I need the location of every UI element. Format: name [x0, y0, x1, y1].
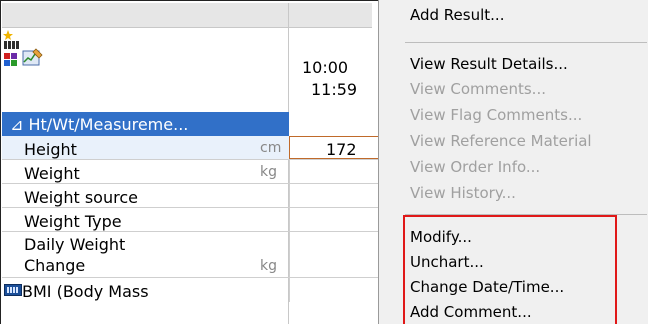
row-weight-type[interactable]: Weight Type: [2, 208, 379, 232]
calculator-icon: [4, 284, 22, 296]
bmi-value-cell[interactable]: [289, 278, 379, 302]
row-label: BMI (Body Mass: [22, 282, 149, 301]
group-label: ⊿ Ht/Wt/Measureme...: [10, 115, 189, 134]
menu-item-change-date-time[interactable]: Change Date/Time...: [410, 278, 564, 296]
row-daily-weight-change[interactable]: Daily Weight Change kg: [2, 232, 379, 278]
menu-item-view-order-info[interactable]: View Order Info...: [410, 158, 540, 176]
menu-item-view-reference-material[interactable]: View Reference Material: [410, 132, 592, 150]
menu-item-modify[interactable]: Modify...: [410, 228, 472, 246]
context-menu: Add Result... View Result Details... Vie…: [378, 0, 648, 324]
row-height[interactable]: Height cm 172: [2, 136, 379, 160]
daily-weight-change-value-cell[interactable]: [289, 232, 379, 277]
menu-item-view-comments[interactable]: View Comments...: [410, 80, 546, 98]
weight-value-cell[interactable]: [289, 160, 379, 183]
menu-separator: [405, 42, 647, 43]
time-start: 10:00: [302, 58, 349, 77]
weight-type-value-cell[interactable]: [289, 208, 379, 231]
menu-separator: [405, 214, 647, 215]
menu-item-view-flag-comments[interactable]: View Flag Comments...: [410, 106, 582, 124]
group-row-ht-wt[interactable]: ⊿ Ht/Wt/Measureme...: [2, 112, 379, 136]
row-unit: kg: [260, 164, 277, 180]
row-label: Weight: [24, 164, 80, 183]
menu-item-unchart[interactable]: Unchart...: [410, 253, 484, 271]
row-label: Weight Type: [24, 212, 122, 231]
row-unit: kg: [260, 258, 277, 274]
row-bmi[interactable]: BMI (Body Mass: [2, 278, 379, 302]
menu-item-view-result-details[interactable]: View Result Details...: [410, 55, 568, 73]
row-weight-source[interactable]: Weight source: [2, 184, 379, 208]
toolbar-icon-cell: [2, 28, 288, 112]
height-value-cell[interactable]: 172: [289, 136, 379, 159]
menu-item-view-history[interactable]: View History...: [410, 184, 516, 202]
time-end: 11:59: [311, 80, 358, 99]
spark-icon: [3, 30, 13, 40]
row-label: Weight source: [24, 188, 138, 207]
row-label: Height: [24, 140, 77, 159]
chart-icon[interactable]: [22, 46, 44, 68]
group-value-cell: [289, 112, 379, 136]
menu-item-add-comment[interactable]: Add Comment...: [410, 303, 532, 321]
menu-item-add-result[interactable]: Add Result...: [410, 6, 504, 24]
column-header-bar: [2, 3, 372, 28]
row-weight[interactable]: Weight kg: [2, 160, 379, 184]
height-value: 172: [326, 140, 357, 159]
row-unit: cm: [260, 140, 282, 156]
row-label: Daily Weight Change: [24, 235, 126, 275]
weight-source-value-cell[interactable]: [289, 184, 379, 207]
